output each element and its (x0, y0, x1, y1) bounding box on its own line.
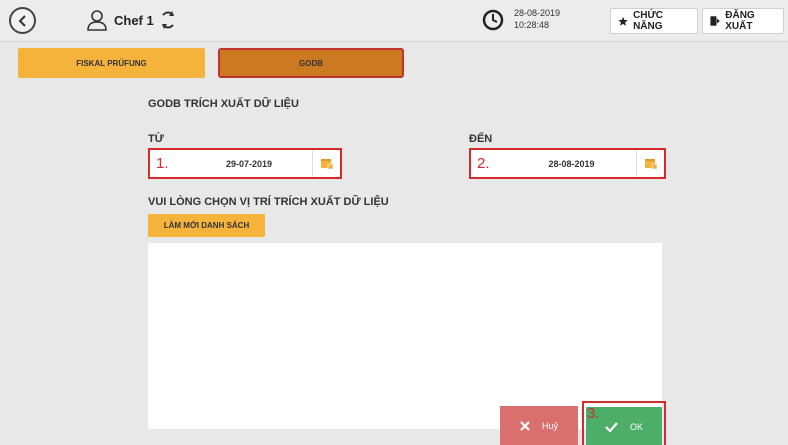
sync-button[interactable] (158, 7, 178, 38)
calendar-icon (320, 159, 333, 169)
close-icon (520, 420, 530, 431)
to-date-value: 28-08-2019 (548, 158, 595, 169)
functions-label: CHỨC NĂNG (633, 10, 664, 32)
star-icon (618, 16, 628, 26)
from-label: TỪ (148, 133, 164, 145)
tab-fiskal-prufung[interactable]: FISKAL PRÜFUNG (18, 48, 205, 78)
back-button[interactable] (9, 7, 36, 34)
ok-marker: 3. (587, 405, 600, 422)
current-date: 28-08-2019 (514, 8, 561, 18)
from-date-field[interactable]: 1. 29-07-2019 (148, 148, 342, 179)
top-bar: Chef 1 28-08-2019 10:28:48 CHỨC NĂNG ĐĂN… (0, 0, 788, 42)
logout-button[interactable]: ĐĂNG XUẤT (702, 8, 784, 34)
calendar-icon (644, 159, 657, 169)
cancel-label: Huỷ (541, 420, 558, 431)
user-info: Chef 1 (86, 9, 154, 31)
datetime: 28-08-2019 10:28:48 (514, 7, 560, 31)
back-icon (18, 14, 26, 27)
from-calendar-button[interactable] (312, 150, 340, 177)
clock (482, 9, 504, 36)
to-marker: 2. (477, 155, 490, 172)
logout-icon (710, 16, 720, 26)
ok-label: OK (629, 422, 643, 432)
user-icon (87, 10, 107, 31)
functions-button[interactable]: CHỨC NĂNG (610, 8, 698, 34)
page-title: GODB TRÍCH XUẤT DỮ LIỆU (148, 98, 299, 110)
cancel-button[interactable]: Huỷ (500, 406, 578, 445)
from-date-value: 29-07-2019 (225, 158, 273, 169)
tab-godb[interactable]: GODB (218, 48, 404, 78)
clock-icon (482, 9, 504, 31)
user-name: Chef 1 (114, 12, 154, 28)
to-label: ĐẾN (469, 133, 493, 145)
ok-highlight: OK 3. (582, 401, 666, 445)
current-time: 10:28:48 (514, 20, 550, 30)
sync-icon (162, 11, 174, 29)
refresh-list-button[interactable]: LÀM MỚI DANH SÁCH (148, 214, 265, 237)
to-date-field[interactable]: 2. 28-08-2019 (469, 148, 666, 179)
location-label: VUI LÒNG CHỌN VỊ TRÍ TRÍCH XUẤT DỮ LIỆU (148, 196, 389, 208)
from-marker: 1. (156, 155, 169, 172)
check-icon (605, 422, 618, 432)
logout-label: ĐĂNG XUẤT (725, 10, 755, 32)
to-calendar-button[interactable] (636, 150, 664, 177)
